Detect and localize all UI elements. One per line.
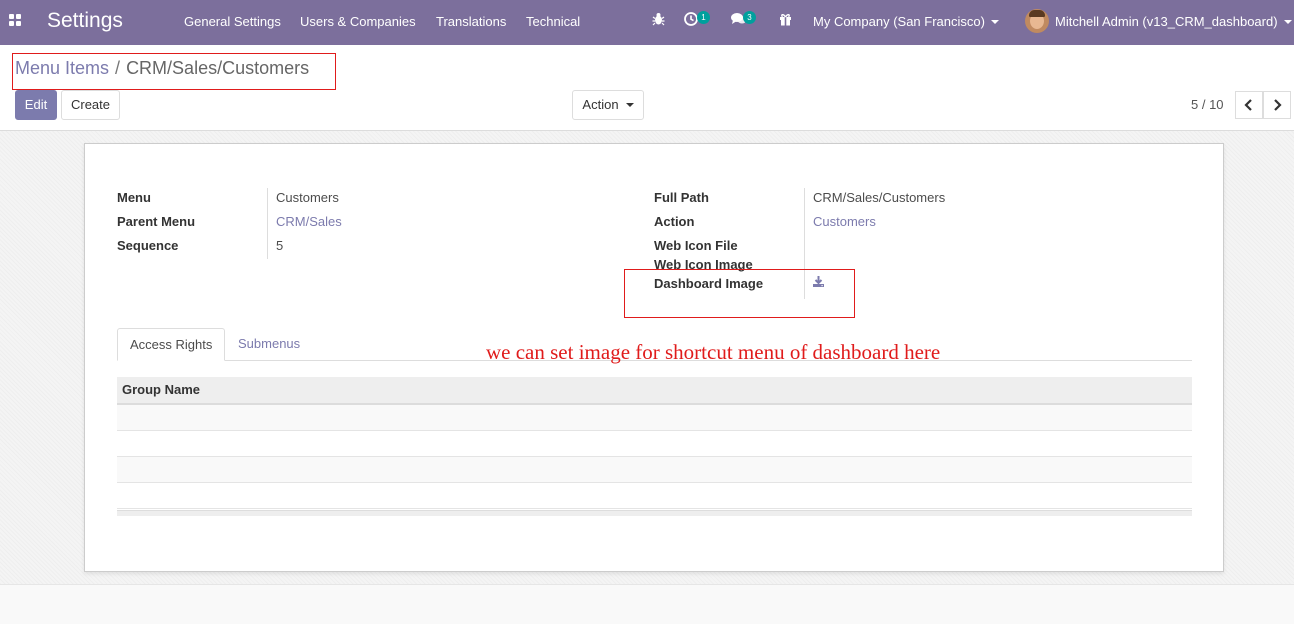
table-row — [117, 483, 1192, 509]
company-switcher[interactable]: My Company (San Francisco) — [813, 14, 999, 29]
top-navbar: Settings General Settings Users & Compan… — [0, 0, 1294, 45]
web-icon-file-label: Web Icon File — [654, 238, 738, 253]
tab-submenus[interactable]: Submenus — [226, 328, 312, 361]
edit-button[interactable]: Edit — [15, 90, 57, 120]
menu-general-settings[interactable]: General Settings — [184, 14, 281, 29]
parent-menu-link[interactable]: CRM/Sales — [276, 214, 342, 229]
bug-icon[interactable] — [652, 12, 665, 29]
menu-translations[interactable]: Translations — [436, 14, 506, 29]
pager-value[interactable]: 5 / 10 — [1191, 97, 1224, 112]
full-path-value: CRM/Sales/Customers — [813, 190, 946, 205]
user-avatar[interactable] — [1025, 9, 1049, 33]
apps-menu-icon[interactable] — [9, 14, 22, 27]
activity-clock-icon[interactable] — [684, 12, 698, 29]
pager-next-button[interactable] — [1263, 91, 1291, 119]
chevron-right-icon — [1274, 99, 1282, 111]
sequence-label: Sequence — [117, 238, 179, 253]
full-path-label: Full Path — [654, 190, 709, 205]
menu-users-companies[interactable]: Users & Companies — [300, 14, 416, 29]
action-label: Action — [582, 97, 619, 112]
table-footer — [117, 510, 1192, 516]
form-view: Menu Customers Parent Menu CRM/Sales Seq… — [0, 131, 1294, 584]
app-title: Settings — [47, 9, 123, 32]
annotation-text: we can set image for shortcut menu of da… — [486, 340, 941, 364]
table-row — [117, 431, 1192, 457]
menu-label: Menu — [117, 190, 151, 205]
menu-technical[interactable]: Technical — [526, 14, 580, 29]
breadcrumb-highlight-box — [12, 53, 336, 90]
messages-count-badge: 3 — [743, 11, 756, 24]
tab-access-rights[interactable]: Access Rights — [117, 328, 226, 361]
user-menu[interactable]: Mitchell Admin (v13_CRM_dashboard) — [1055, 14, 1292, 29]
caret-down-icon — [625, 103, 634, 107]
action-label: Action — [654, 214, 695, 229]
group-name-column-header[interactable]: Group Name — [117, 377, 1192, 405]
chevron-down-icon — [990, 20, 999, 24]
control-panel: Menu Items / CRM/Sales/Customers Edit Crea… — [0, 45, 1294, 131]
bottom-strip — [0, 584, 1294, 624]
menu-value: Customers — [276, 190, 339, 205]
chevron-down-icon — [1283, 20, 1292, 24]
table-row — [117, 457, 1192, 483]
pager-previous-button[interactable] — [1235, 91, 1263, 119]
create-button[interactable]: Create — [61, 90, 120, 120]
table-row — [117, 405, 1192, 431]
dashboard-image-highlight-box — [624, 269, 855, 318]
action-dropdown[interactable]: Action — [572, 90, 644, 120]
sequence-value: 5 — [276, 238, 284, 253]
field-divider — [267, 188, 268, 259]
activity-count-badge: 1 — [697, 11, 710, 24]
gift-icon[interactable] — [779, 12, 792, 29]
parent-menu-label: Parent Menu — [117, 214, 196, 229]
user-name: Mitchell Admin (v13_CRM_dashboard) — [1055, 14, 1278, 29]
company-name: My Company (San Francisco) — [813, 14, 985, 29]
chevron-left-icon — [1244, 99, 1252, 111]
form-sheet: Menu Customers Parent Menu CRM/Sales Seq… — [84, 143, 1224, 572]
action-link[interactable]: Customers — [813, 214, 876, 229]
